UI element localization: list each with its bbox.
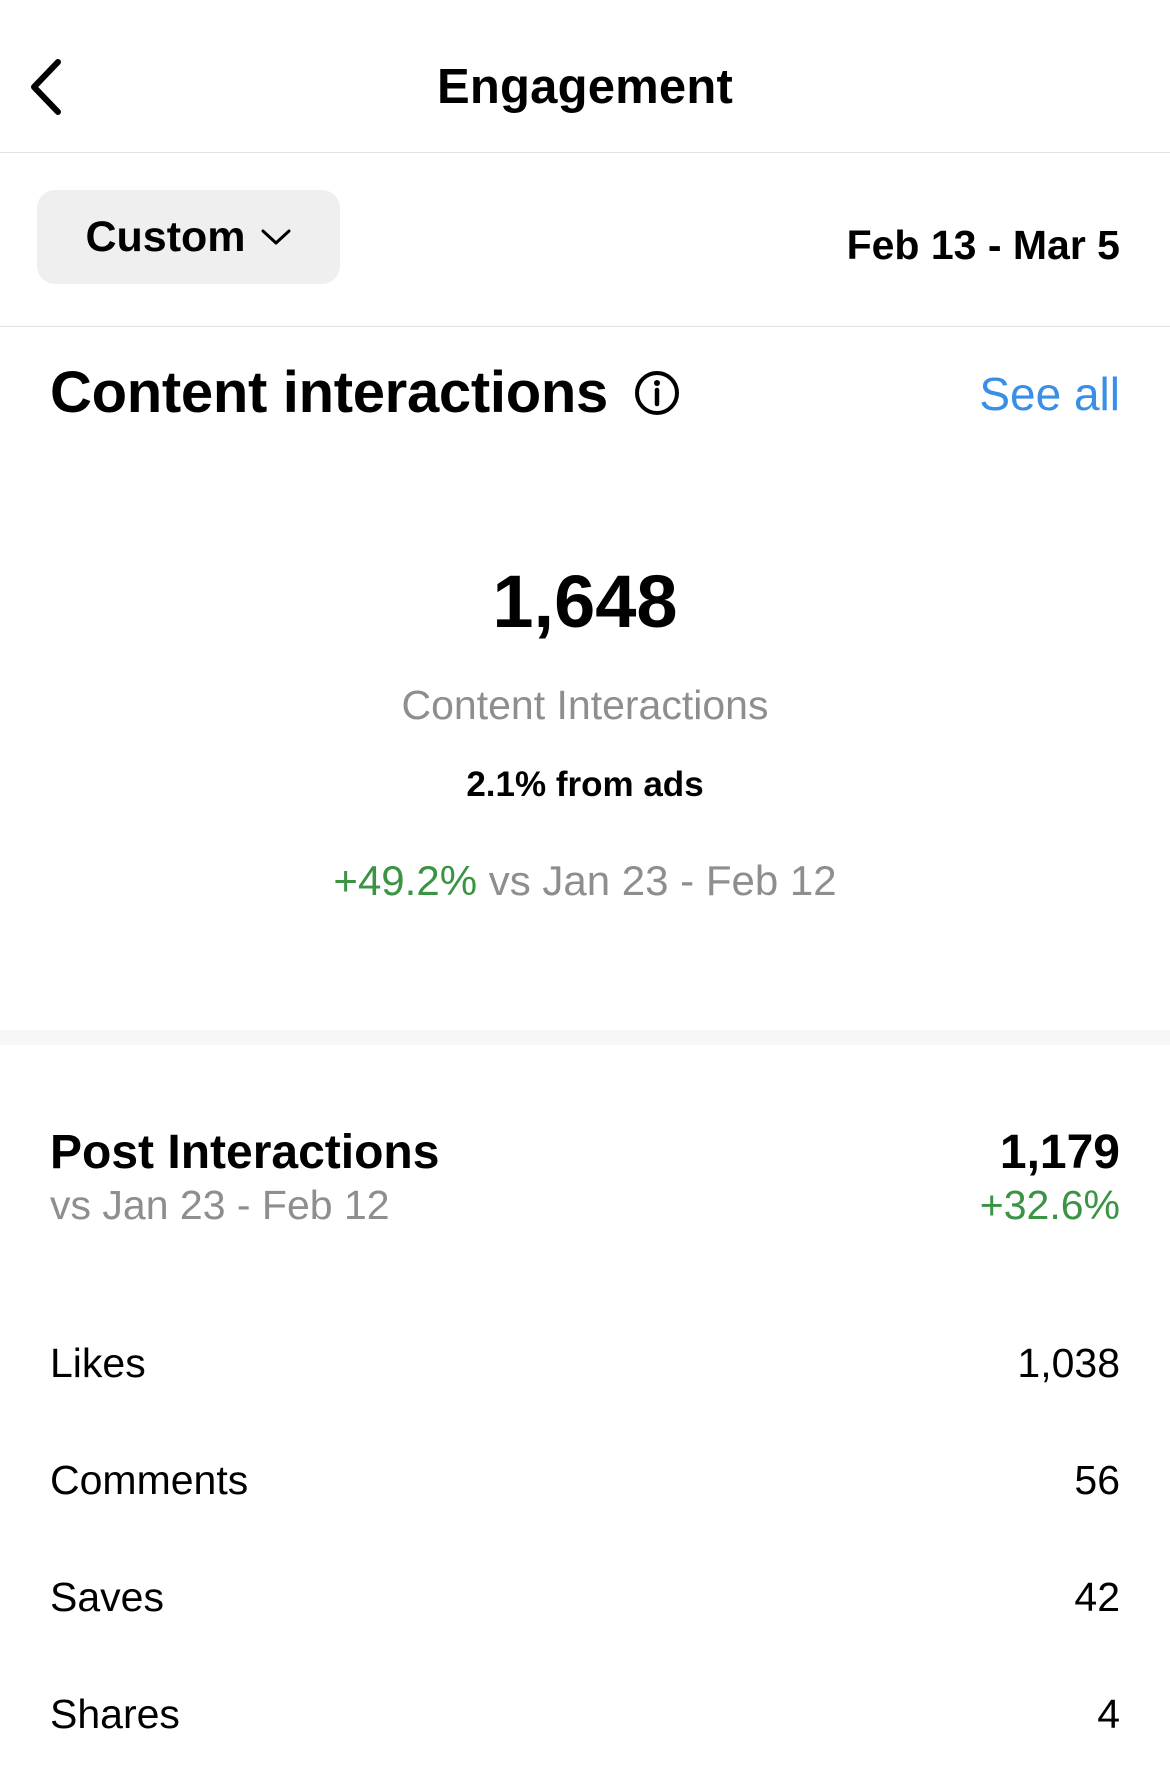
total-interactions-value: 1,648 [492,560,678,643]
date-range-text[interactable]: Feb 13 - Mar 5 [847,220,1120,270]
post-interactions-change: +32.6% [979,1182,1120,1228]
post-interactions-summary: 1,179 +32.6% [980,1124,1120,1230]
post-interactions-total: 1,179 [999,1126,1120,1179]
metric-label: Likes [50,1339,146,1386]
metric-row-likes: Likes 1,038 [50,1304,1120,1421]
section-title: Content interactions [50,360,608,425]
info-icon[interactable] [632,368,682,418]
metric-row-comments: Comments 56 [50,1421,1120,1538]
comparison-period: vs Jan 23 - Feb 12 [488,857,837,904]
metric-label: Shares [50,1690,180,1737]
date-filter-bar: Custom Feb 13 - Mar 5 [0,153,1170,327]
content-interactions-header: Content interactions [50,360,682,426]
post-interactions-header: Post Interactions vs Jan 23 - Feb 12 [50,1124,439,1230]
see-all-link[interactable]: See all [979,366,1120,422]
metrics-list: Likes 1,038 Comments 56 Saves 42 Shares … [50,1304,1120,1772]
chevron-down-icon [261,229,291,245]
page-title: Engagement [436,60,734,114]
metric-row-saves: Saves 42 [50,1538,1120,1655]
section-divider [0,1030,1170,1045]
post-interactions-title: Post Interactions [50,1126,440,1179]
metric-label: Saves [50,1573,164,1620]
metric-value: 4 [1097,1690,1120,1737]
period-dropdown[interactable]: Custom [37,190,340,284]
metric-value: 56 [1074,1456,1120,1503]
total-interactions-label: Content Interactions [401,682,769,728]
from-ads-text: 2.1% from ads [466,765,704,804]
metric-value: 1,038 [1017,1339,1120,1386]
metric-value: 42 [1074,1573,1120,1620]
top-bar: Engagement [0,0,1170,153]
comparison-text: +49.2% vs Jan 23 - Feb 12 [0,855,1170,907]
change-percent: +49.2% [333,857,478,904]
metric-row-shares: Shares 4 [50,1655,1120,1772]
period-dropdown-label: Custom [85,213,246,261]
metric-label: Comments [50,1456,249,1503]
post-interactions-comparison: vs Jan 23 - Feb 12 [50,1182,390,1228]
